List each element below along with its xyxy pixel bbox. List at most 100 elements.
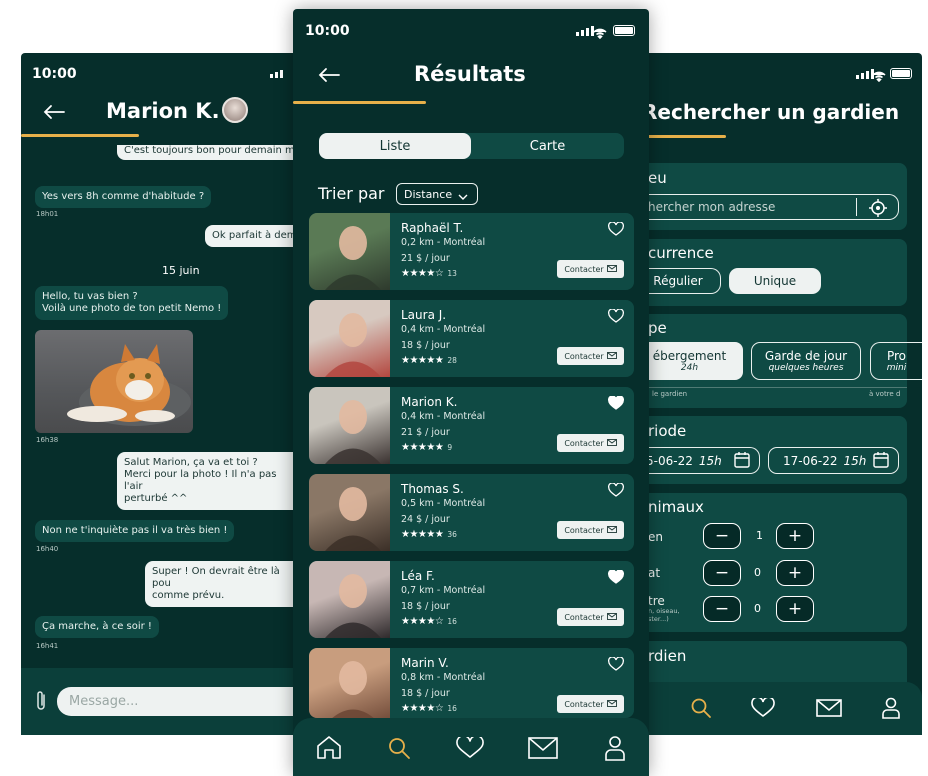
mail-icon[interactable] <box>528 737 558 763</box>
home-icon[interactable] <box>316 735 342 763</box>
sitter-price: 18 $ / jour <box>401 340 450 351</box>
sitter-card[interactable]: Marion K. 0,4 km - Montréal 21 $ / jour ★★★… <box>309 387 634 464</box>
contact-label: Contacter <box>564 351 604 361</box>
sort-select[interactable]: Distance <box>396 183 478 205</box>
sitter-rating: ★★★★☆ 13 <box>401 268 457 279</box>
date-from-value: 5-06-22 <box>646 453 693 468</box>
results-back-icon[interactable] <box>317 66 341 84</box>
type-promenade[interactable]: Pro mini <box>870 342 922 380</box>
type-promenade-label: Pro <box>886 349 907 363</box>
contact-button[interactable]: Contacter <box>557 521 624 539</box>
battery-icon <box>613 25 635 36</box>
heart-icon[interactable] <box>608 482 624 497</box>
mail-icon <box>606 525 617 535</box>
message-time: 18h01 <box>36 210 59 218</box>
message-bubble: Non ne t'inquiète pas il va très bien ! <box>35 520 235 542</box>
results-status-time: 10:00 <box>305 23 350 39</box>
message-time: 16h40 <box>36 545 59 553</box>
search-icon[interactable] <box>387 736 411 764</box>
heart-icon[interactable] <box>751 696 775 722</box>
sitter-name: Thomas S. <box>401 482 464 496</box>
sitter-card[interactable]: Thomas S. 0,5 km - Montréal 24 $ / jour ★★★… <box>309 474 634 551</box>
sitter-card[interactable]: Marin V. 0,8 km - Montréal 18 $ / jour ★★★★… <box>309 648 634 718</box>
sitter-card[interactable]: Raphaël T. 0,2 km - Montréal 21 $ / jour ★★… <box>309 213 634 290</box>
sitter-name: Raphaël T. <box>401 221 464 235</box>
heart-icon[interactable] <box>608 308 624 323</box>
tab-carte[interactable]: Carte <box>471 133 624 159</box>
sitter-name: Léa F. <box>401 569 435 583</box>
sitter-name: Marin V. <box>401 656 449 670</box>
minus-button[interactable]: − <box>703 560 741 586</box>
heart-icon[interactable] <box>608 656 624 671</box>
avatar[interactable] <box>222 97 248 123</box>
sort-value: Distance <box>404 187 453 201</box>
contact-button[interactable]: Contacter <box>557 434 624 452</box>
contact-button[interactable]: Contacter <box>557 608 624 626</box>
occurrence-title: currence <box>648 244 714 262</box>
heart-filled-icon[interactable] <box>608 395 624 410</box>
sitter-distance: 0,7 km - Montréal <box>401 585 486 596</box>
type-hebergement-label: ébergement <box>652 349 727 363</box>
results-underline <box>293 101 426 104</box>
search-icon[interactable] <box>690 697 712 723</box>
heart-filled-icon[interactable] <box>608 569 624 584</box>
contact-label: Contacter <box>564 438 604 448</box>
sitter-name: Laura J. <box>401 308 447 322</box>
review-count: 16 <box>447 617 457 626</box>
heart-icon[interactable] <box>456 734 484 763</box>
calendar-icon[interactable] <box>734 451 750 472</box>
contact-button[interactable]: Contacter <box>557 695 624 713</box>
sitter-card[interactable]: Léa F. 0,7 km - Montréal 18 $ / jour ★★★★☆ 1… <box>309 561 634 638</box>
sitter-price: 21 $ / jour <box>401 253 450 264</box>
chat-back-icon[interactable] <box>42 103 66 121</box>
rating-stars: ★★★★☆ <box>401 268 444 279</box>
profile-icon[interactable] <box>604 735 626 765</box>
periode-title: riode <box>648 422 687 440</box>
animal-label: en <box>648 530 663 544</box>
sitter-name: Marion K. <box>401 395 458 409</box>
sort-label: Trier par <box>318 184 385 203</box>
heart-icon[interactable] <box>608 221 624 236</box>
date-to-value: 17-06-22 <box>783 453 838 468</box>
rating-stars: ★★★★★ <box>401 529 444 540</box>
message-placeholder: Message... <box>69 694 139 709</box>
rating-stars: ★★★★★ <box>401 442 444 453</box>
sitter-distance: 0,8 km - Montréal <box>401 672 486 683</box>
sitter-card[interactable]: Laura J. 0,4 km - Montréal 18 $ / jour ★★★★… <box>309 300 634 377</box>
calendar-icon[interactable] <box>873 451 889 472</box>
sitter-photo <box>309 648 390 718</box>
type-hebergement[interactable]: ébergement 24h <box>636 342 743 380</box>
address-input[interactable]: hercher mon adresse <box>636 194 899 220</box>
message-bubble: Hello, tu vas bien ? Voilà une photo de … <box>35 286 229 320</box>
search-underline <box>636 135 726 138</box>
cat-photo[interactable] <box>35 330 193 433</box>
mail-icon[interactable] <box>816 699 842 721</box>
sitter-rating: ★★★★☆ 16 <box>401 703 457 714</box>
sitter-price: 18 $ / jour <box>401 688 450 699</box>
plus-button[interactable]: + <box>776 523 814 549</box>
sitter-photo <box>309 561 390 638</box>
occurrence-unique[interactable]: Unique <box>729 268 821 294</box>
review-count: 9 <box>447 443 453 452</box>
results-title: Résultats <box>414 62 526 86</box>
contact-label: Contacter <box>564 699 604 709</box>
gardien-title: rdien <box>648 647 687 665</box>
attachment-icon[interactable] <box>34 690 48 712</box>
plus-button[interactable]: + <box>776 596 814 622</box>
mail-icon <box>606 438 617 448</box>
contact-button[interactable]: Contacter <box>557 260 624 278</box>
contact-button[interactable]: Contacter <box>557 347 624 365</box>
profile-icon[interactable] <box>881 697 901 723</box>
plus-button[interactable]: + <box>776 560 814 586</box>
message-bubble: C'est toujours bon pour demain mo <box>117 145 311 160</box>
tab-liste[interactable]: Liste <box>319 133 471 159</box>
message-bubble: Super ! On devrait être là pou comme pré… <box>145 561 301 607</box>
animal-label: tre <box>648 594 665 608</box>
locate-icon[interactable] <box>868 198 888 222</box>
minus-button[interactable]: − <box>703 523 741 549</box>
sitter-distance: 0,4 km - Montréal <box>401 411 486 422</box>
type-garde-de-jour[interactable]: Garde de jour quelques heures <box>751 342 861 380</box>
search-title: Rechercher un gardien <box>642 100 900 124</box>
minus-button[interactable]: − <box>703 596 741 622</box>
message-input[interactable]: Message... <box>57 687 297 716</box>
